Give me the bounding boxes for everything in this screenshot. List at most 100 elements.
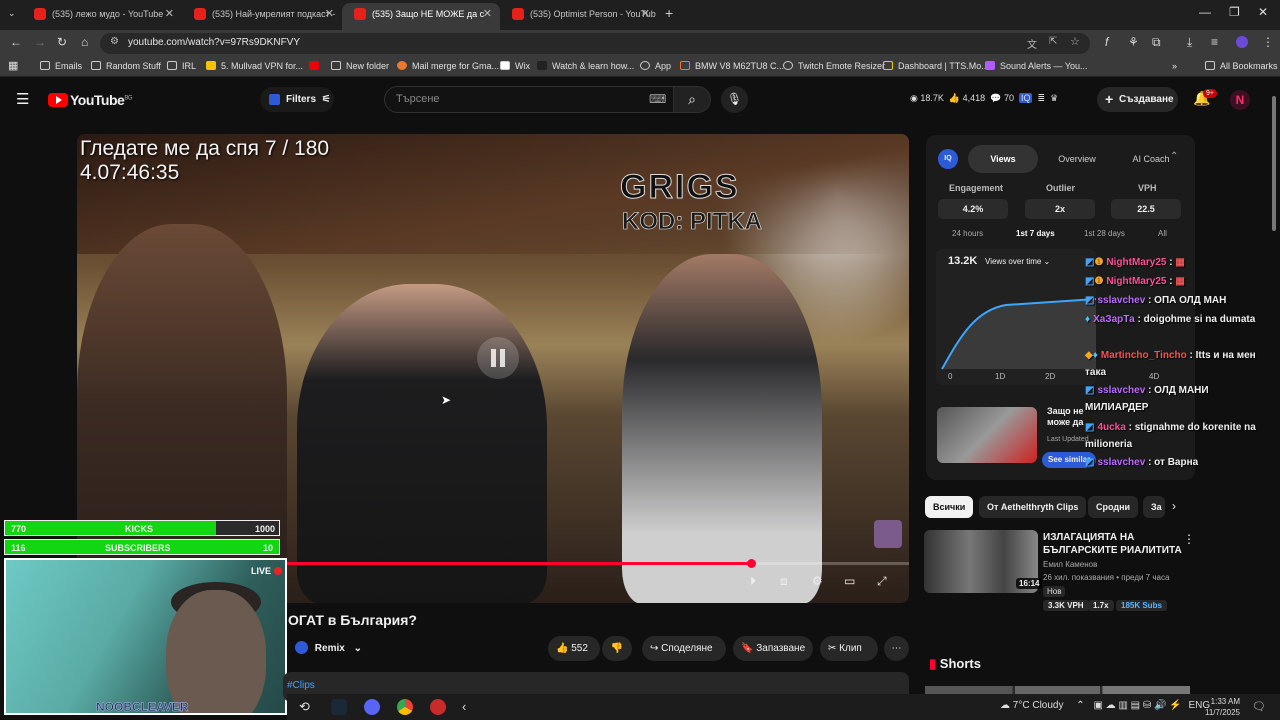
- chrome-icon[interactable]: [397, 699, 413, 715]
- video-scrubber-handle[interactable]: [746, 559, 756, 568]
- chip-all[interactable]: Всички: [925, 496, 974, 518]
- bookmark-youtube[interactable]: [309, 61, 324, 71]
- steam-icon[interactable]: [331, 699, 347, 715]
- browser-tab-1[interactable]: (535) лежо мудо - YouTube ✕: [22, 3, 182, 30]
- recommended-video-channel[interactable]: Емил Каменов: [1043, 560, 1097, 569]
- save-button[interactable]: 🔖 Запазване: [733, 636, 813, 661]
- trophy-icon[interactable]: ♛: [1050, 93, 1058, 103]
- close-tab-icon[interactable]: ✕: [641, 3, 650, 25]
- search-button[interactable]: ⌕: [673, 86, 711, 113]
- browser-tab-4[interactable]: (535) Optimist Person - YouTub ✕: [500, 3, 658, 30]
- list-icon[interactable]: ≣: [1038, 93, 1046, 103]
- more-actions-button[interactable]: ⋯: [884, 636, 909, 661]
- bookmark-mail-merge[interactable]: Mail merge for Gma...: [397, 61, 499, 71]
- shorts-thumbnails[interactable]: [925, 686, 1190, 694]
- tray-icons[interactable]: ▣ ☁ ▥ ▤ ⛁ 🔊 ⚡: [1093, 700, 1181, 711]
- reading-list-icon[interactable]: ≡: [1211, 35, 1218, 49]
- create-button[interactable]: + Създаване: [1097, 87, 1178, 112]
- url-field[interactable]: ⚙ youtube.com/watch?v=97Rs9DKNFVY 文 ⇱ ☆: [100, 33, 1090, 54]
- tray-chevron-icon[interactable]: ⌃: [1076, 700, 1084, 711]
- channel-watermark[interactable]: [874, 520, 902, 548]
- apps-grid-icon[interactable]: ▦: [8, 59, 18, 72]
- miniplayer-icon[interactable]: ▭: [844, 574, 855, 588]
- close-tab-icon[interactable]: ✕: [483, 3, 492, 25]
- collapse-chevron-icon[interactable]: ⌃: [1170, 151, 1178, 162]
- scrollbar-thumb[interactable]: [1272, 96, 1276, 231]
- bookmark-sound-alerts[interactable]: Sound Alerts — You...: [985, 61, 1088, 71]
- close-window-icon[interactable]: ✕: [1258, 5, 1268, 19]
- recommended-video[interactable]: 16:14 ИЗЛАГАЦИЯТА НА БЪЛГАРСКИТЕ РИАЛИТИ…: [924, 530, 1195, 620]
- share-button[interactable]: ↪ Споделяне: [642, 636, 726, 661]
- browser-tab-2[interactable]: (535) Най-умрелият подкаст - ✕: [182, 3, 342, 30]
- voice-search-button[interactable]: 🎙: [721, 86, 748, 113]
- bookmark-wix[interactable]: Wix: [500, 61, 530, 71]
- pause-icon[interactable]: [477, 337, 519, 379]
- tab-overview[interactable]: Overview: [1042, 145, 1112, 173]
- range-24h[interactable]: 24 hours: [952, 229, 983, 238]
- minimize-icon[interactable]: —: [1199, 5, 1211, 19]
- chips-next-chevron-icon[interactable]: ›: [1172, 499, 1176, 513]
- subtitles-icon[interactable]: ⧈: [780, 574, 788, 589]
- bookmark-twitch-resizer[interactable]: Twitch Emote Resizer: [783, 61, 885, 71]
- autoplay-toggle-icon[interactable]: ⏵: [750, 574, 756, 589]
- range-first-7-days[interactable]: 1st 7 days: [1016, 229, 1055, 238]
- notification-center-icon[interactable]: 🗨: [1252, 700, 1266, 713]
- browser-menu-icon[interactable]: ⋮: [1262, 35, 1274, 49]
- similar-video-thumbnail[interactable]: [937, 407, 1037, 463]
- translate-icon[interactable]: 文: [1027, 36, 1037, 51]
- close-tab-icon[interactable]: ✕: [325, 3, 334, 25]
- tab-views[interactable]: Views: [968, 145, 1038, 173]
- chip-for-you[interactable]: За: [1143, 496, 1165, 518]
- clip-button[interactable]: ✂ Клип: [820, 636, 878, 661]
- keyboard-icon[interactable]: ⌨: [649, 87, 666, 112]
- youtube-logo[interactable]: YouTubeBG: [48, 92, 132, 108]
- bookmark-star-icon[interactable]: ☆: [1070, 35, 1080, 48]
- recommended-video-title[interactable]: ИЗЛАГАЦИЯТА НА БЪЛГАРСКИТЕ РИАЛИТИТА: [1043, 531, 1183, 557]
- chip-related[interactable]: Сродни: [1088, 496, 1139, 518]
- vidiq-icon[interactable]: IQ: [1018, 93, 1033, 103]
- fullscreen-icon[interactable]: ⤢: [877, 574, 887, 589]
- restore-icon[interactable]: ❐: [1229, 5, 1240, 19]
- weather-text[interactable]: 7°C Cloudy: [1013, 700, 1064, 711]
- chip-from-channel[interactable]: От Aethelthryth Clips: [979, 496, 1087, 518]
- close-tab-icon[interactable]: ✕: [165, 3, 174, 25]
- download-icon[interactable]: ⤓: [1187, 35, 1192, 50]
- bookmark-bmw[interactable]: BMW V8 M62TU8 C...: [680, 61, 784, 71]
- hamburger-menu-icon[interactable]: ☰: [16, 90, 29, 108]
- profile-avatar-icon[interactable]: [1236, 36, 1248, 48]
- new-tab-icon[interactable]: +: [665, 5, 673, 21]
- recommended-video-thumbnail[interactable]: 16:14: [924, 530, 1043, 593]
- bookmark-random-stuff[interactable]: Random Stuff: [91, 61, 161, 71]
- bookmark-emails[interactable]: Emails: [40, 61, 82, 71]
- back-icon[interactable]: ←: [10, 35, 22, 49]
- browser-tab-3[interactable]: (535) Защо НЕ МОЖЕ да с ✕: [342, 3, 500, 30]
- home-icon[interactable]: ⌂: [81, 35, 88, 49]
- bookmark-watch-learn[interactable]: Watch & learn how...: [537, 61, 634, 71]
- install-icon[interactable]: ⇱: [1049, 36, 1057, 47]
- taskbar-app-dark-icon[interactable]: ‹: [462, 699, 478, 715]
- filters-button[interactable]: Filters ⚟: [260, 87, 334, 112]
- bookmarks-overflow-icon[interactable]: »: [1172, 61, 1177, 71]
- reload-icon[interactable]: ↻: [57, 35, 67, 49]
- taskbar-clock[interactable]: 1:33 AM 11/7/2025: [1205, 696, 1240, 718]
- dislike-button[interactable]: 👎: [602, 636, 632, 661]
- bookmark-tts-dashboard[interactable]: Dashboard | TTS.Mo...: [883, 61, 989, 71]
- page-scrollbar[interactable]: [1271, 96, 1277, 676]
- account-avatar[interactable]: N: [1230, 90, 1250, 110]
- like-button[interactable]: 👍 552: [548, 636, 600, 661]
- more-vert-icon[interactable]: ⋮: [1183, 532, 1195, 546]
- forward-icon[interactable]: →: [34, 35, 46, 49]
- taskbar-app-red-icon[interactable]: [430, 699, 446, 715]
- remix-button[interactable]: Remix ⌄: [295, 641, 362, 654]
- all-bookmarks[interactable]: All Bookmarks: [1205, 61, 1278, 71]
- bookmark-mullvad[interactable]: 5. Mullvad VPN for...: [206, 61, 303, 71]
- search-input[interactable]: Търсене ⌨: [384, 86, 674, 113]
- extension-icon[interactable]: ⚘: [1128, 35, 1139, 49]
- views-over-time-dropdown[interactable]: Views over time ⌄: [985, 257, 1050, 266]
- bookmark-app[interactable]: App: [640, 61, 671, 71]
- discord-icon[interactable]: [364, 699, 380, 715]
- site-info-icon[interactable]: ⚙: [110, 36, 119, 47]
- extensions-puzzle-icon[interactable]: ⧉: [1152, 35, 1161, 50]
- range-all[interactable]: All: [1158, 229, 1167, 238]
- tab-search-icon[interactable]: ⌄: [8, 8, 16, 19]
